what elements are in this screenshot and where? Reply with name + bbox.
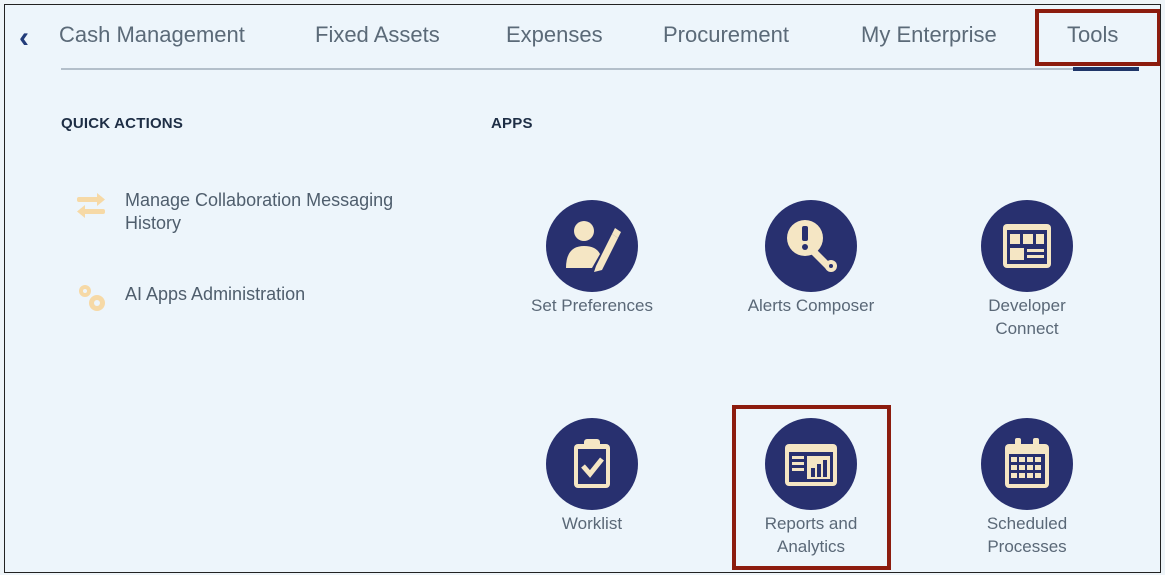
- app-label: Worklist: [561, 514, 623, 533]
- app-developer-connect[interactable]: Developer Connect: [947, 200, 1107, 340]
- app-label: Alerts Composer: [747, 296, 875, 315]
- tab-fixed-assets[interactable]: Fixed Assets: [315, 19, 440, 51]
- tools-navigator-panel: ‹ Cash Management Fixed Assets Expenses …: [4, 4, 1161, 573]
- app-worklist[interactable]: Worklist: [512, 418, 672, 535]
- app-label: Scheduled Processes: [986, 514, 1068, 556]
- app-alerts-composer[interactable]: Alerts Composer: [731, 200, 891, 317]
- quick-actions-title: QUICK ACTIONS: [61, 115, 184, 132]
- developer-window-icon: [981, 200, 1073, 292]
- tab-my-enterprise[interactable]: My Enterprise: [861, 19, 997, 51]
- clipboard-check-icon: [546, 418, 638, 510]
- tab-procurement[interactable]: Procurement: [663, 19, 789, 51]
- quick-action-label: AI Apps Administration: [125, 284, 306, 304]
- app-scheduled-processes[interactable]: Scheduled Processes: [947, 418, 1107, 558]
- tools-highlight-box: [1035, 9, 1160, 66]
- gears-icon: [75, 283, 109, 311]
- active-tab-indicator: [1073, 67, 1139, 71]
- tab-expenses[interactable]: Expenses: [506, 19, 603, 51]
- collaboration-arrows-icon: [75, 189, 109, 218]
- user-pencil-icon: [546, 200, 638, 292]
- app-set-preferences[interactable]: Set Preferences: [512, 200, 672, 317]
- tab-cash-management[interactable]: Cash Management: [59, 19, 245, 51]
- app-label: Developer Connect: [988, 296, 1066, 338]
- reports-highlight-box: [732, 405, 891, 570]
- alert-wrench-icon: [765, 200, 857, 292]
- app-label: Set Preferences: [531, 296, 653, 315]
- quick-action-label: Manage Collaboration Messaging History: [125, 190, 394, 233]
- tabs-underline: [61, 68, 1139, 70]
- apps-title: APPS: [491, 115, 533, 132]
- chevron-left-icon[interactable]: ‹: [19, 21, 47, 55]
- calendar-icon: [981, 418, 1073, 510]
